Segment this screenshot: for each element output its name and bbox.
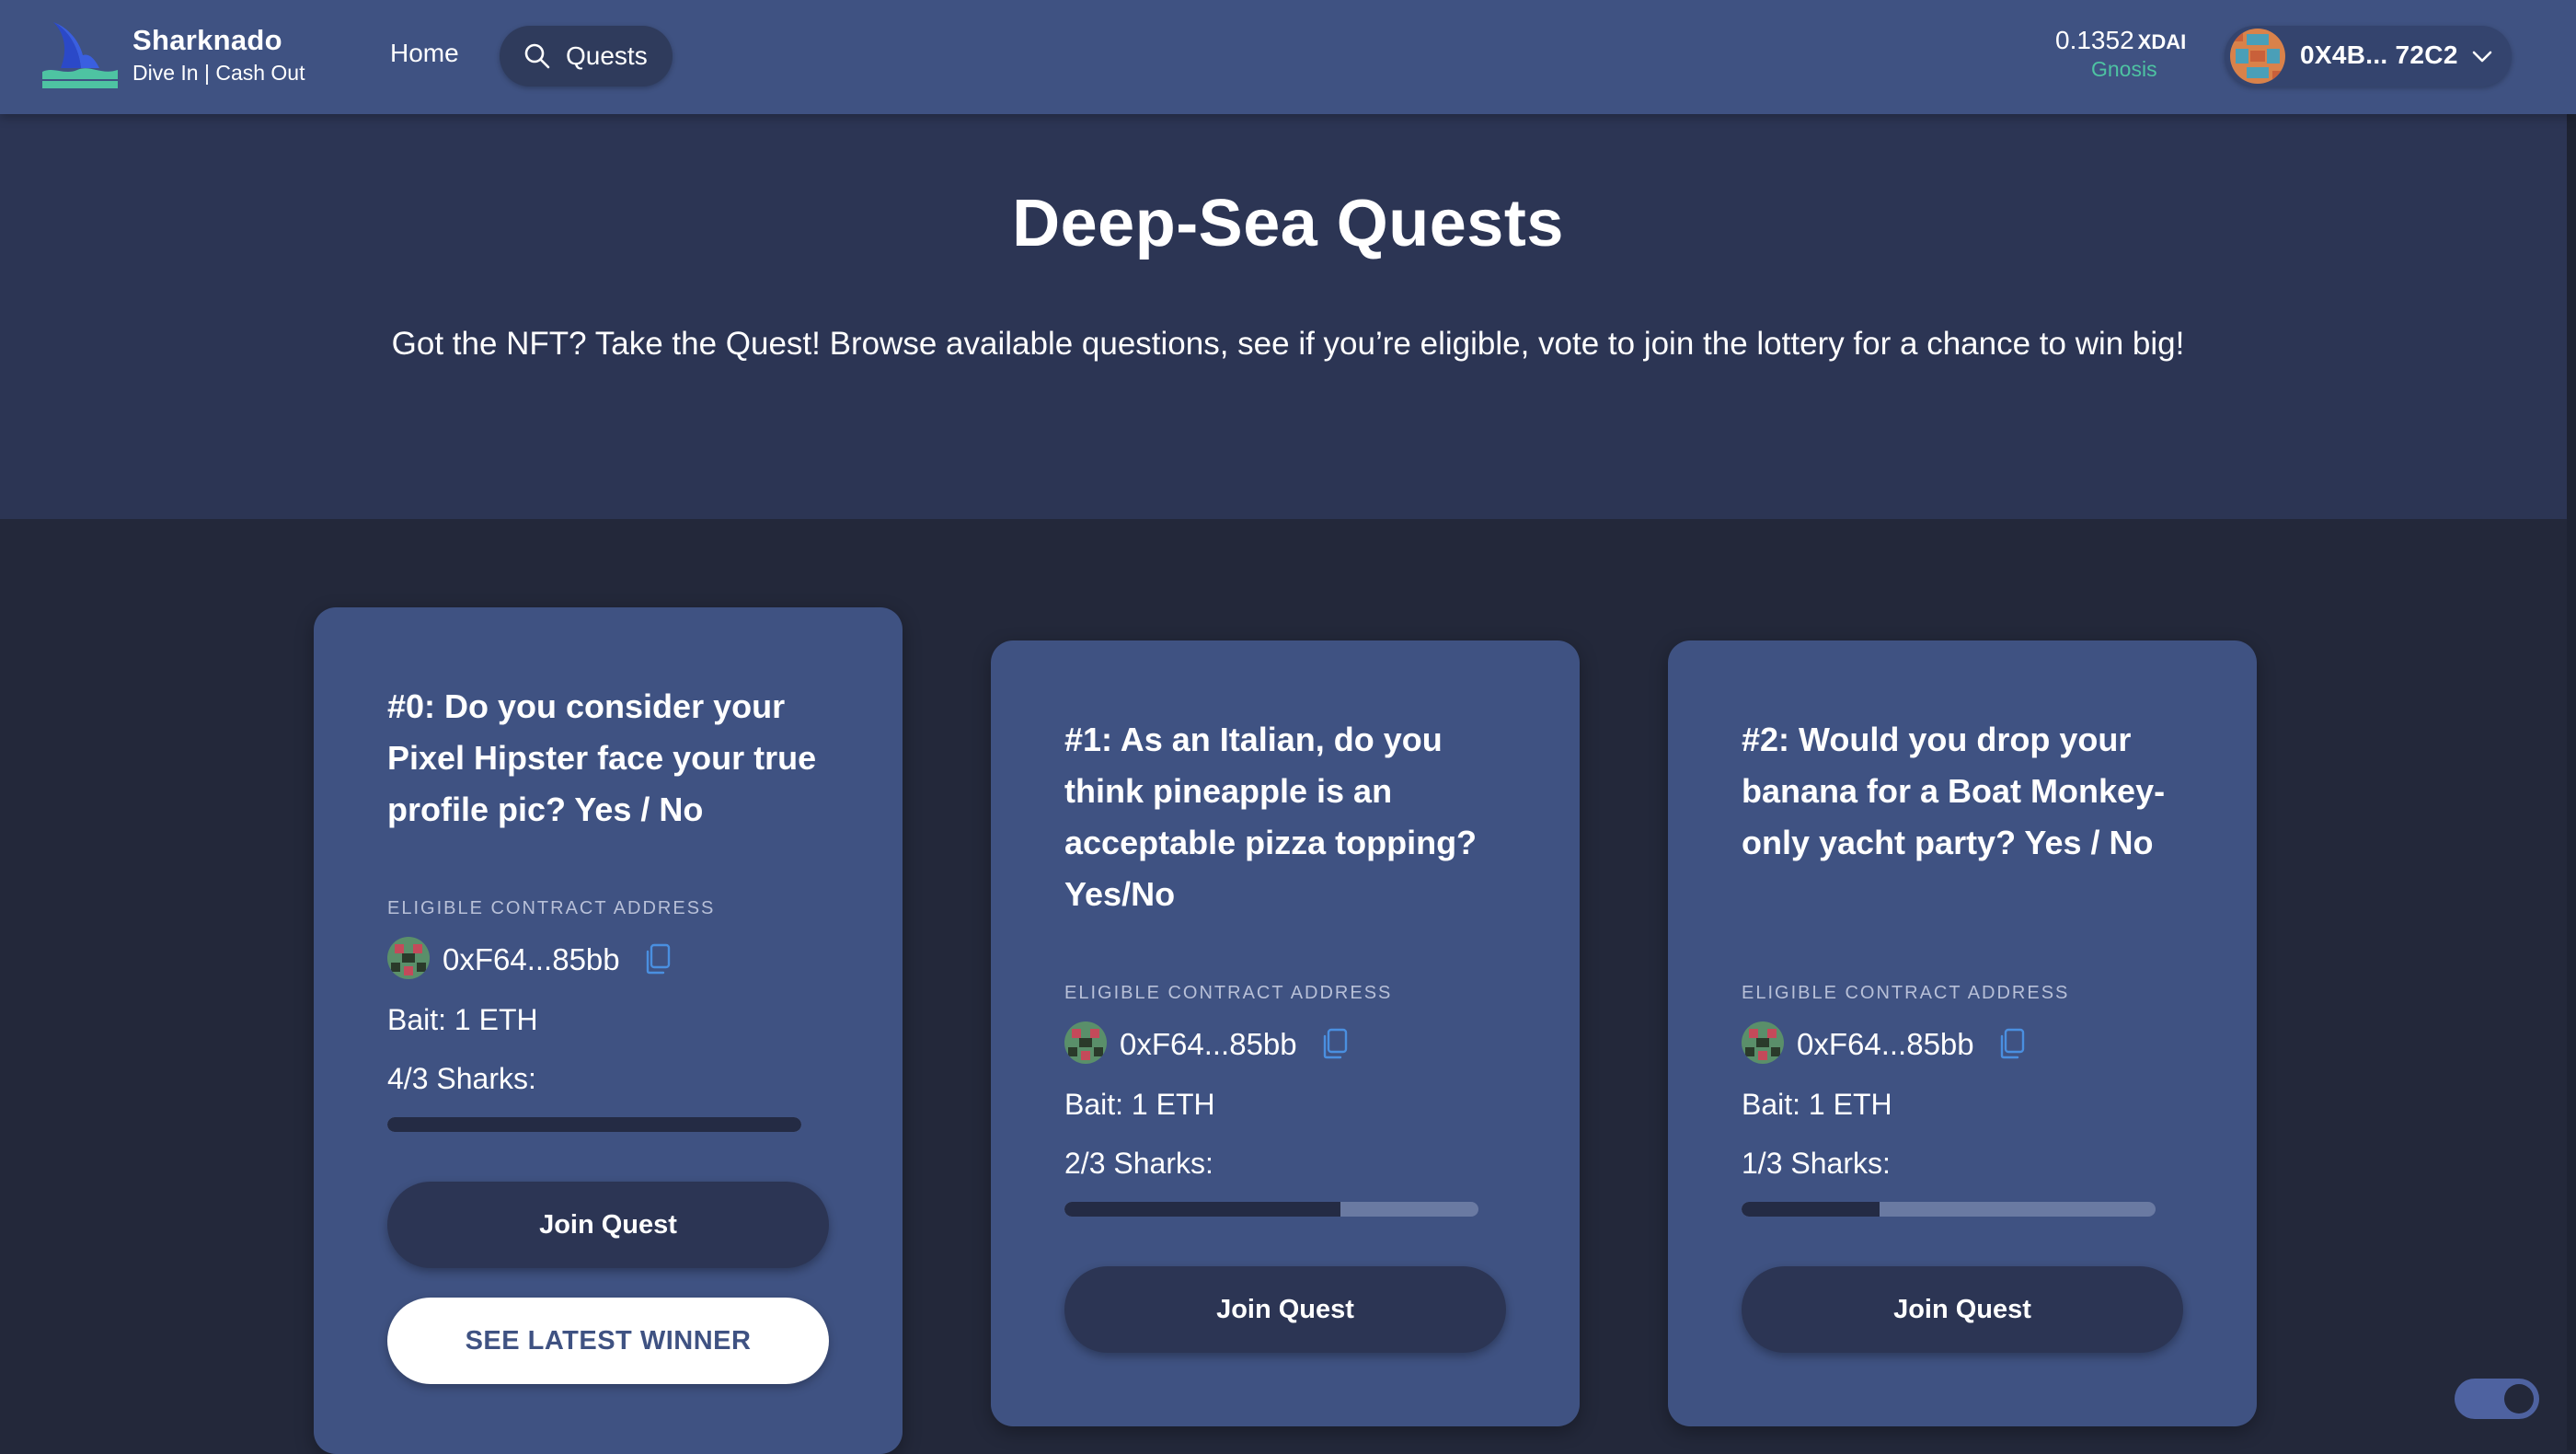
sharks-progress-fill [1064, 1202, 1341, 1217]
sharks-progress-bar [1064, 1202, 1478, 1217]
join-quest-button[interactable]: Join Quest [1742, 1266, 2183, 1353]
top-navbar: Sharknado Dive In | Cash Out Home Quests… [0, 0, 2576, 114]
eligible-contract-label: ELIGIBLE CONTRACT ADDRESS [1742, 983, 2070, 1003]
bait-amount: Bait: 1 ETH [387, 1003, 538, 1036]
wallet-address: 0X4B... 72C2 [2300, 40, 2458, 69]
contract-address-row: 0xF64...85bb [387, 935, 719, 981]
balance-amount: 0.1352 [2055, 26, 2134, 54]
theme-toggle-knob [2504, 1384, 2534, 1414]
page-subtitle: Got the NFT? Take the Quest! Browse avai… [391, 326, 2185, 362]
avatar [2230, 29, 2285, 84]
nav-quests-button[interactable]: Quests [500, 26, 673, 87]
see-latest-winner-button[interactable]: SEE LATEST WINNER [387, 1298, 829, 1384]
join-quest-button[interactable]: Join Quest [1064, 1266, 1506, 1353]
eligible-contract-label: ELIGIBLE CONTRACT ADDRESS [387, 898, 716, 918]
wallet-account-button[interactable]: 0X4B... 72C2 [2225, 26, 2512, 87]
nav-quests-label: Quests [566, 41, 648, 70]
eligible-contract-label: ELIGIBLE CONTRACT ADDRESS [1064, 983, 1393, 1003]
wallet-balance: 0.1352 XDAI [2055, 26, 2186, 55]
hero-section: Deep-Sea Quests Got the NFT? Take the Qu… [0, 114, 2576, 519]
contract-address-row: 0xF64...85bb [1742, 1020, 2073, 1066]
contract-avatar [387, 937, 430, 979]
shark-fin-logo[interactable] [40, 20, 120, 90]
balance-unit: XDAI [2137, 30, 2187, 53]
sharks-count: 2/3 Sharks: [1064, 1147, 1213, 1180]
bait-amount: Bait: 1 ETH [1064, 1088, 1215, 1121]
join-quest-button[interactable]: Join Quest [387, 1182, 829, 1268]
chevron-down-icon [2471, 48, 2493, 64]
contract-avatar [1742, 1021, 1784, 1064]
nav-home-link[interactable]: Home [390, 39, 459, 68]
contract-address: 0xF64...85bb [1797, 1027, 1974, 1061]
contract-address-row: 0xF64...85bb [1064, 1020, 1396, 1066]
quest-title: #2: Would you drop your banana for a Boa… [1742, 721, 2166, 861]
bait-amount: Bait: 1 ETH [1742, 1088, 1892, 1121]
sharks-count: 1/3 Sharks: [1742, 1147, 1891, 1180]
contract-avatar [1064, 1021, 1107, 1064]
scrollbar-gutter [2567, 114, 2576, 1450]
copy-icon[interactable] [643, 942, 673, 975]
sharks-progress-bar [387, 1117, 801, 1132]
sharks-progress-bar [1742, 1202, 2156, 1217]
copy-icon[interactable] [1320, 1027, 1350, 1060]
page-title: Deep-Sea Quests [1012, 187, 1564, 260]
quest-title: #1: As an Italian, do you think pineappl… [1064, 721, 1478, 913]
quest-card-2: #2: Would you drop your banana for a Boa… [1668, 640, 2257, 1426]
theme-toggle[interactable] [2455, 1379, 2539, 1419]
quest-card-1: #1: As an Italian, do you think pineappl… [991, 640, 1580, 1426]
sharks-progress-fill [1742, 1202, 1880, 1217]
search-icon [523, 42, 551, 70]
brand-name: Sharknado [132, 24, 282, 56]
quest-title: #0: Do you consider your Pixel Hipster f… [387, 687, 817, 828]
quest-card-0: #0: Do you consider your Pixel Hipster f… [314, 607, 903, 1454]
brand-tagline: Dive In | Cash Out [132, 61, 305, 85]
contract-address: 0xF64...85bb [1120, 1027, 1297, 1061]
sharks-count: 4/3 Sharks: [387, 1062, 536, 1095]
contract-address: 0xF64...85bb [443, 942, 620, 976]
network-name: Gnosis [2091, 57, 2157, 81]
copy-icon[interactable] [1997, 1027, 2027, 1060]
sharks-progress-fill [387, 1117, 801, 1132]
